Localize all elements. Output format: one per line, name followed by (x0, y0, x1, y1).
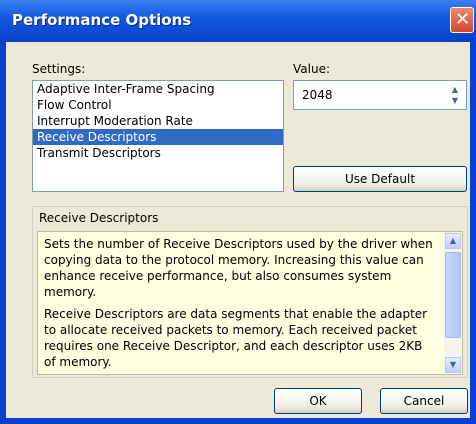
close-button[interactable]: ✕ (450, 7, 474, 33)
title-bar[interactable]: Performance Options ✕ (0, 0, 476, 42)
settings-item-interrupt-moderation[interactable]: Interrupt Moderation Rate (33, 113, 283, 129)
settings-listbox[interactable]: Adaptive Inter-Frame Spacing Flow Contro… (32, 80, 284, 192)
settings-item-adaptive-ifs[interactable]: Adaptive Inter-Frame Spacing (33, 81, 283, 97)
window-title: Performance Options (12, 11, 192, 29)
dialog-body: Settings: Adaptive Inter-Frame Spacing F… (6, 42, 470, 418)
settings-item-flow-control[interactable]: Flow Control (33, 97, 283, 113)
spin-up-icon[interactable]: ▲ (447, 84, 463, 95)
value-spinbox[interactable]: 2048 ▲ ▼ (293, 80, 467, 110)
description-box: Sets the number of Receive Descriptors u… (37, 231, 463, 375)
use-default-button[interactable]: Use Default (293, 166, 467, 192)
performance-options-dialog: Performance Options ✕ Settings: Adaptive… (0, 0, 476, 424)
value-field[interactable]: 2048 (302, 88, 333, 102)
spin-arrows[interactable]: ▲ ▼ (447, 84, 463, 106)
description-group: Receive Descriptors Sets the number of R… (32, 206, 468, 378)
scroll-up-icon[interactable]: ▲ (445, 233, 461, 249)
description-text: Sets the number of Receive Descriptors u… (44, 236, 436, 374)
scroll-thumb[interactable] (445, 252, 461, 338)
spin-down-icon[interactable]: ▼ (447, 95, 463, 106)
cancel-button[interactable]: Cancel (380, 388, 468, 414)
scroll-down-icon[interactable]: ▼ (445, 357, 461, 373)
description-paragraph-1: Sets the number of Receive Descriptors u… (44, 237, 433, 299)
description-paragraph-2: Receive Descriptors are data segments th… (44, 307, 428, 369)
settings-item-transmit-descriptors[interactable]: Transmit Descriptors (33, 145, 283, 161)
settings-item-receive-descriptors[interactable]: Receive Descriptors (33, 129, 283, 145)
settings-label: Settings: (32, 62, 86, 76)
description-scrollbar[interactable]: ▲ ▼ (444, 232, 462, 374)
close-icon: ✕ (455, 9, 471, 30)
value-label: Value: (293, 62, 330, 76)
description-heading: Receive Descriptors (39, 211, 159, 225)
ok-button[interactable]: OK (274, 388, 362, 414)
